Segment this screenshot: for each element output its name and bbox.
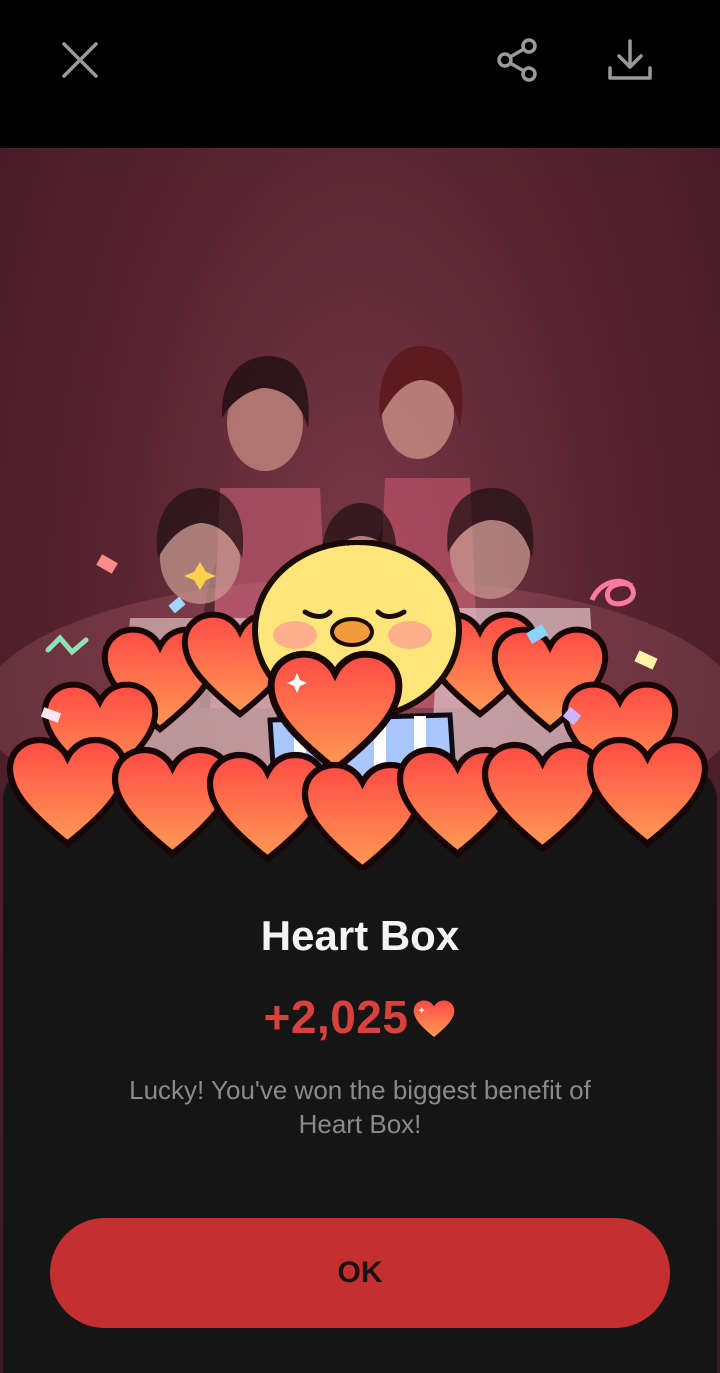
ok-button[interactable]: OK <box>50 1218 670 1328</box>
heart-box-illustration <box>0 540 720 870</box>
download-button[interactable] <box>600 30 660 90</box>
heart-icon <box>414 1000 455 1038</box>
reward-row: +2,025 <box>0 990 720 1044</box>
share-icon <box>497 38 537 82</box>
download-icon <box>608 39 652 80</box>
dialog-title: Heart Box <box>260 912 460 959</box>
ok-button-label: OK <box>337 1256 383 1289</box>
reward-amount: +2,025 <box>263 991 409 1043</box>
top-bar <box>0 0 720 148</box>
share-button[interactable] <box>488 30 548 90</box>
close-icon <box>62 42 98 78</box>
reward-description: Lucky! You've won the biggest benefit of… <box>129 1075 591 1139</box>
close-button[interactable] <box>50 30 110 90</box>
